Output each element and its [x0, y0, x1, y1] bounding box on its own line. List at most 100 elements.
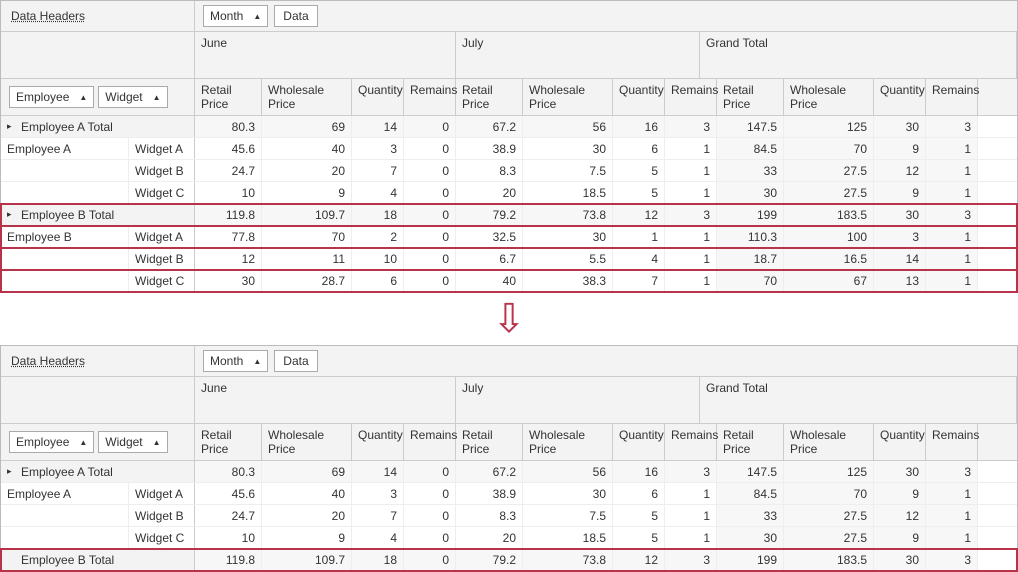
cell-remains: 1	[665, 270, 717, 291]
cell-retail-price: 110.3	[717, 226, 784, 247]
cell-quantity: 18	[352, 204, 404, 225]
cell-retail-price: 79.2	[456, 204, 523, 225]
cell-wholesale-price: 5.5	[523, 248, 613, 269]
col-header[interactable]: Quantity	[352, 424, 404, 460]
cell-quantity: 9	[874, 138, 926, 159]
col-header[interactable]: Retail Price	[456, 79, 523, 115]
col-header[interactable]: Remains	[404, 424, 456, 460]
col-header[interactable]: Wholesale Price	[262, 79, 352, 115]
widget-cell[interactable]: Widget B	[129, 164, 194, 178]
total-row-header[interactable]: ▸ Employee A Total	[1, 461, 195, 482]
expand-icon[interactable]: ▸	[7, 121, 17, 132]
employee-cell[interactable]	[1, 182, 129, 203]
employee-field-button[interactable]: Employee▲	[9, 431, 94, 453]
cell-remains: 1	[926, 138, 978, 159]
cell-wholesale-price: 56	[523, 461, 613, 482]
col-header[interactable]: Wholesale Price	[262, 424, 352, 460]
col-header[interactable]: Wholesale Price	[784, 424, 874, 460]
employee-cell[interactable]	[1, 505, 129, 526]
widget-field-button[interactable]: Widget▲	[98, 86, 167, 108]
cell-remains: 3	[926, 549, 978, 570]
grand-total-header[interactable]: Grand Total	[700, 32, 1017, 78]
col-header[interactable]: Remains	[926, 424, 978, 460]
col-header[interactable]: Wholesale Price	[523, 79, 613, 115]
cell-retail-price: 79.2	[456, 549, 523, 570]
widget-cell[interactable]: Widget A	[129, 487, 194, 501]
total-row-header[interactable]: ▸ Employee A Total	[1, 116, 195, 137]
widget-cell[interactable]: Widget B	[129, 252, 194, 266]
employee-cell[interactable]	[1, 160, 129, 181]
table-row: Widget C 109402018.5513027.591	[1, 182, 1017, 204]
cell-quantity: 14	[874, 248, 926, 269]
widget-cell[interactable]: Widget A	[129, 142, 194, 156]
total-row-header[interactable]: Employee B Total	[1, 549, 195, 570]
month-header-june[interactable]: June	[195, 377, 456, 423]
cell-retail-price: 80.3	[195, 461, 262, 482]
cell-wholesale-price: 56	[523, 116, 613, 137]
col-header[interactable]: Retail Price	[717, 79, 784, 115]
col-header[interactable]: Wholesale Price	[784, 79, 874, 115]
employee-cell[interactable]: Employee B	[1, 226, 129, 247]
employee-cell[interactable]: Employee A	[1, 483, 129, 504]
expand-icon[interactable]: ▸	[7, 209, 17, 220]
cell-quantity: 7	[352, 505, 404, 526]
widget-cell[interactable]: Widget C	[129, 531, 194, 545]
cell-quantity: 30	[874, 204, 926, 225]
col-header[interactable]: Quantity	[874, 79, 926, 115]
cell-remains: 1	[926, 182, 978, 203]
col-header[interactable]: Quantity	[613, 424, 665, 460]
cell-retail-price: 84.5	[717, 138, 784, 159]
month-header-june[interactable]: June	[195, 32, 456, 78]
widget-field-button[interactable]: Widget▲	[98, 431, 167, 453]
col-header[interactable]: Retail Price	[456, 424, 523, 460]
transition-arrow: ⇩	[0, 293, 1018, 345]
month-header-july[interactable]: July	[456, 377, 700, 423]
cell-quantity: 6	[352, 270, 404, 291]
col-header[interactable]: Remains	[665, 424, 717, 460]
col-header[interactable]: Retail Price	[195, 424, 262, 460]
employee-cell[interactable]: Employee A	[1, 138, 129, 159]
widget-cell[interactable]: Widget B	[129, 509, 194, 523]
table-row: Widget C 109402018.5513027.591	[1, 527, 1017, 549]
employee-cell[interactable]	[1, 527, 129, 548]
col-header[interactable]: Retail Price	[195, 79, 262, 115]
col-header[interactable]: Quantity	[874, 424, 926, 460]
employee-cell[interactable]	[1, 248, 129, 269]
cell-quantity: 18	[352, 549, 404, 570]
col-header[interactable]: Retail Price	[717, 424, 784, 460]
cell-remains: 1	[926, 226, 978, 247]
widget-cell[interactable]: Widget C	[129, 186, 194, 200]
widget-cell[interactable]: Widget A	[129, 230, 194, 244]
col-header[interactable]: Remains	[926, 79, 978, 115]
cell-wholesale-price: 67	[784, 270, 874, 291]
grand-total-header[interactable]: Grand Total	[700, 377, 1017, 423]
cell-wholesale-price: 7.5	[523, 160, 613, 181]
employee-field-button[interactable]: Employee▲	[9, 86, 94, 108]
col-header[interactable]: Quantity	[613, 79, 665, 115]
row-header: Widget B	[1, 160, 195, 181]
month-header-july[interactable]: July	[456, 32, 700, 78]
data-field-button[interactable]: Data	[274, 5, 317, 27]
expand-icon[interactable]: ▸	[7, 466, 17, 477]
month-field-button[interactable]: Month▲	[203, 350, 268, 372]
cell-retail-price: 20	[456, 182, 523, 203]
employee-cell[interactable]	[1, 270, 129, 291]
table-row: Widget C 3028.7604038.3717067131	[1, 270, 1017, 292]
widget-cell[interactable]: Widget C	[129, 274, 194, 288]
data-field-button[interactable]: Data	[274, 350, 317, 372]
table-row: Widget B 12111006.75.54118.716.5141	[1, 248, 1017, 270]
month-field-button[interactable]: Month▲	[203, 5, 268, 27]
col-header[interactable]: Remains	[404, 79, 456, 115]
cell-wholesale-price: 73.8	[523, 204, 613, 225]
col-header[interactable]: Quantity	[352, 79, 404, 115]
cell-retail-price: 199	[717, 549, 784, 570]
cell-retail-price: 10	[195, 182, 262, 203]
col-header[interactable]: Wholesale Price	[523, 424, 613, 460]
total-row-header[interactable]: ▸ Employee B Total	[1, 204, 195, 225]
col-header[interactable]: Remains	[665, 79, 717, 115]
cell-remains: 1	[926, 160, 978, 181]
cell-wholesale-price: 38.3	[523, 270, 613, 291]
cell-remains: 1	[926, 270, 978, 291]
cell-wholesale-price: 70	[262, 226, 352, 247]
row-header: Widget C	[1, 182, 195, 203]
